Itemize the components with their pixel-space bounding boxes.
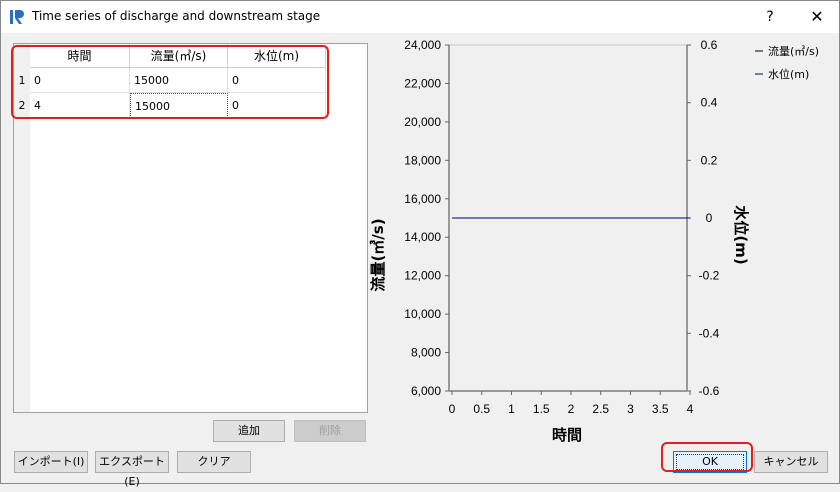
cancel-button[interactable]: キャンセル — [754, 451, 828, 473]
y-left-tick-label: 18,000 — [404, 153, 441, 167]
x-tick-label: 0 — [449, 402, 456, 416]
y-left-tick-label: 16,000 — [404, 192, 441, 206]
export-button[interactable]: エクスポート(E) — [95, 451, 169, 488]
highlight-ok — [661, 442, 753, 472]
y-right-tick-label: 0 — [706, 211, 713, 225]
clear-button[interactable]: クリア — [177, 451, 251, 473]
x-tick-label: 2 — [568, 402, 575, 416]
y-left-tick-label: 14,000 — [404, 230, 441, 244]
x-tick-label: 1.5 — [533, 402, 550, 416]
y-axis-right-title: 水位(m) — [732, 205, 750, 264]
x-tick-label: 3 — [627, 402, 634, 416]
legend-label: 流量(㎥/s) — [768, 44, 819, 58]
y-axis-left-title: 流量(㎥/s) — [369, 218, 387, 291]
y-right-tick-label: -0.2 — [699, 269, 720, 283]
x-tick-label: 1 — [508, 402, 515, 416]
left-axis: 24,000 22,000 20,000 18,000 16,000 14,000 12,0… — [404, 38, 449, 398]
y-right-tick-label: 0.4 — [701, 96, 718, 110]
y-left-tick-label: 12,000 — [404, 269, 441, 283]
y-left-tick-label: 6,000 — [411, 384, 441, 398]
y-left-tick-label: 10,000 — [404, 307, 441, 321]
right-axis: 0.6 0.4 0.2 0 -0.2 -0.4 -0.6 — [687, 38, 720, 398]
window-title: Time series of discharge and downstream … — [32, 9, 321, 23]
y-right-tick-label: -0.6 — [699, 384, 720, 398]
y-right-tick-label: 0.2 — [701, 153, 718, 167]
y-left-tick-label: 20,000 — [404, 115, 441, 129]
app-icon — [10, 10, 24, 24]
legend: 流量(㎥/s) 水位(m) — [755, 44, 819, 81]
highlight-table — [11, 45, 329, 119]
legend-label: 水位(m) — [768, 67, 809, 81]
add-button[interactable]: 追加 — [213, 420, 285, 442]
y-right-tick-label: 0.6 — [701, 38, 718, 52]
dialog-window: Time series of discharge and downstream … — [0, 0, 840, 488]
y-left-tick-label: 24,000 — [404, 38, 441, 52]
help-button[interactable]: ? — [746, 1, 794, 33]
y-left-tick-label: 22,000 — [404, 76, 441, 90]
import-button[interactable]: インポート(I) — [14, 451, 88, 473]
x-tick-label: 3.5 — [652, 402, 669, 416]
title-bar: Time series of discharge and downstream … — [1, 1, 839, 33]
x-axis-title: 時間 — [552, 426, 582, 444]
close-button[interactable]: ✕ — [794, 1, 840, 33]
y-right-tick-label: -0.4 — [699, 326, 720, 340]
x-axis: 0 0.5 1 1.5 2 2.5 3 3.5 4 — [449, 391, 694, 416]
y-left-tick-label: 8,000 — [411, 346, 441, 360]
chart: 24,00022,00020,00018,00016,00014,00012,0… — [369, 38, 819, 444]
delete-button[interactable]: 削除 — [294, 420, 366, 442]
x-tick-label: 0.5 — [473, 402, 490, 416]
x-tick-label: 4 — [687, 402, 694, 416]
x-tick-label: 2.5 — [592, 402, 609, 416]
